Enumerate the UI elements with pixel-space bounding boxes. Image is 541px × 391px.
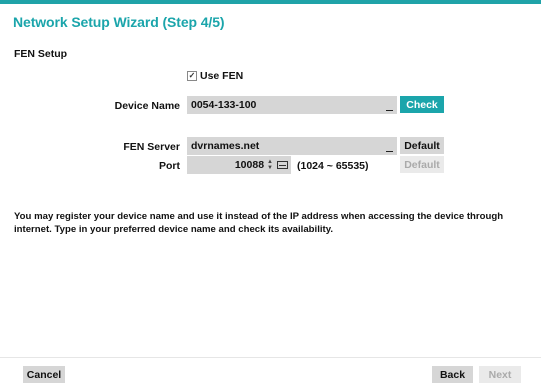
port-value: 10088 bbox=[234, 159, 265, 171]
keyboard-icon[interactable] bbox=[277, 161, 288, 169]
text-cursor-icon bbox=[386, 110, 393, 111]
port-input[interactable]: 10088 ▲ ▼ bbox=[187, 156, 291, 174]
port-label: Port bbox=[159, 160, 180, 172]
text-cursor-icon bbox=[386, 151, 393, 152]
page-title: Network Setup Wizard (Step 4/5) bbox=[13, 14, 225, 30]
use-fen-label: Use FEN bbox=[200, 70, 244, 82]
cancel-button[interactable]: Cancel bbox=[23, 366, 65, 383]
fen-server-label: FEN Server bbox=[123, 141, 180, 153]
description-text: You may register your device name and us… bbox=[14, 211, 504, 235]
footer-divider bbox=[0, 357, 541, 358]
device-name-label: Device Name bbox=[114, 100, 180, 112]
checkbox-icon[interactable]: ✓ bbox=[187, 71, 197, 81]
next-button: Next bbox=[479, 366, 521, 383]
device-name-input[interactable]: 0054-133-100 bbox=[187, 96, 397, 114]
fen-server-default-button[interactable]: Default bbox=[400, 137, 444, 154]
fen-server-value: dvrnames.net bbox=[191, 140, 260, 152]
port-default-button: Default bbox=[400, 156, 444, 173]
top-accent-bar bbox=[0, 0, 541, 4]
fen-server-input[interactable]: dvrnames.net bbox=[187, 137, 397, 155]
use-fen-checkbox[interactable]: ✓ Use FEN bbox=[187, 69, 243, 83]
check-button[interactable]: Check bbox=[400, 96, 444, 113]
section-heading: FEN Setup bbox=[14, 48, 68, 60]
device-name-value: 0054-133-100 bbox=[191, 99, 257, 111]
back-button[interactable]: Back bbox=[432, 366, 473, 383]
spinner-icon[interactable]: ▲ ▼ bbox=[267, 159, 273, 171]
port-range: (1024 ~ 65535) bbox=[297, 160, 369, 172]
